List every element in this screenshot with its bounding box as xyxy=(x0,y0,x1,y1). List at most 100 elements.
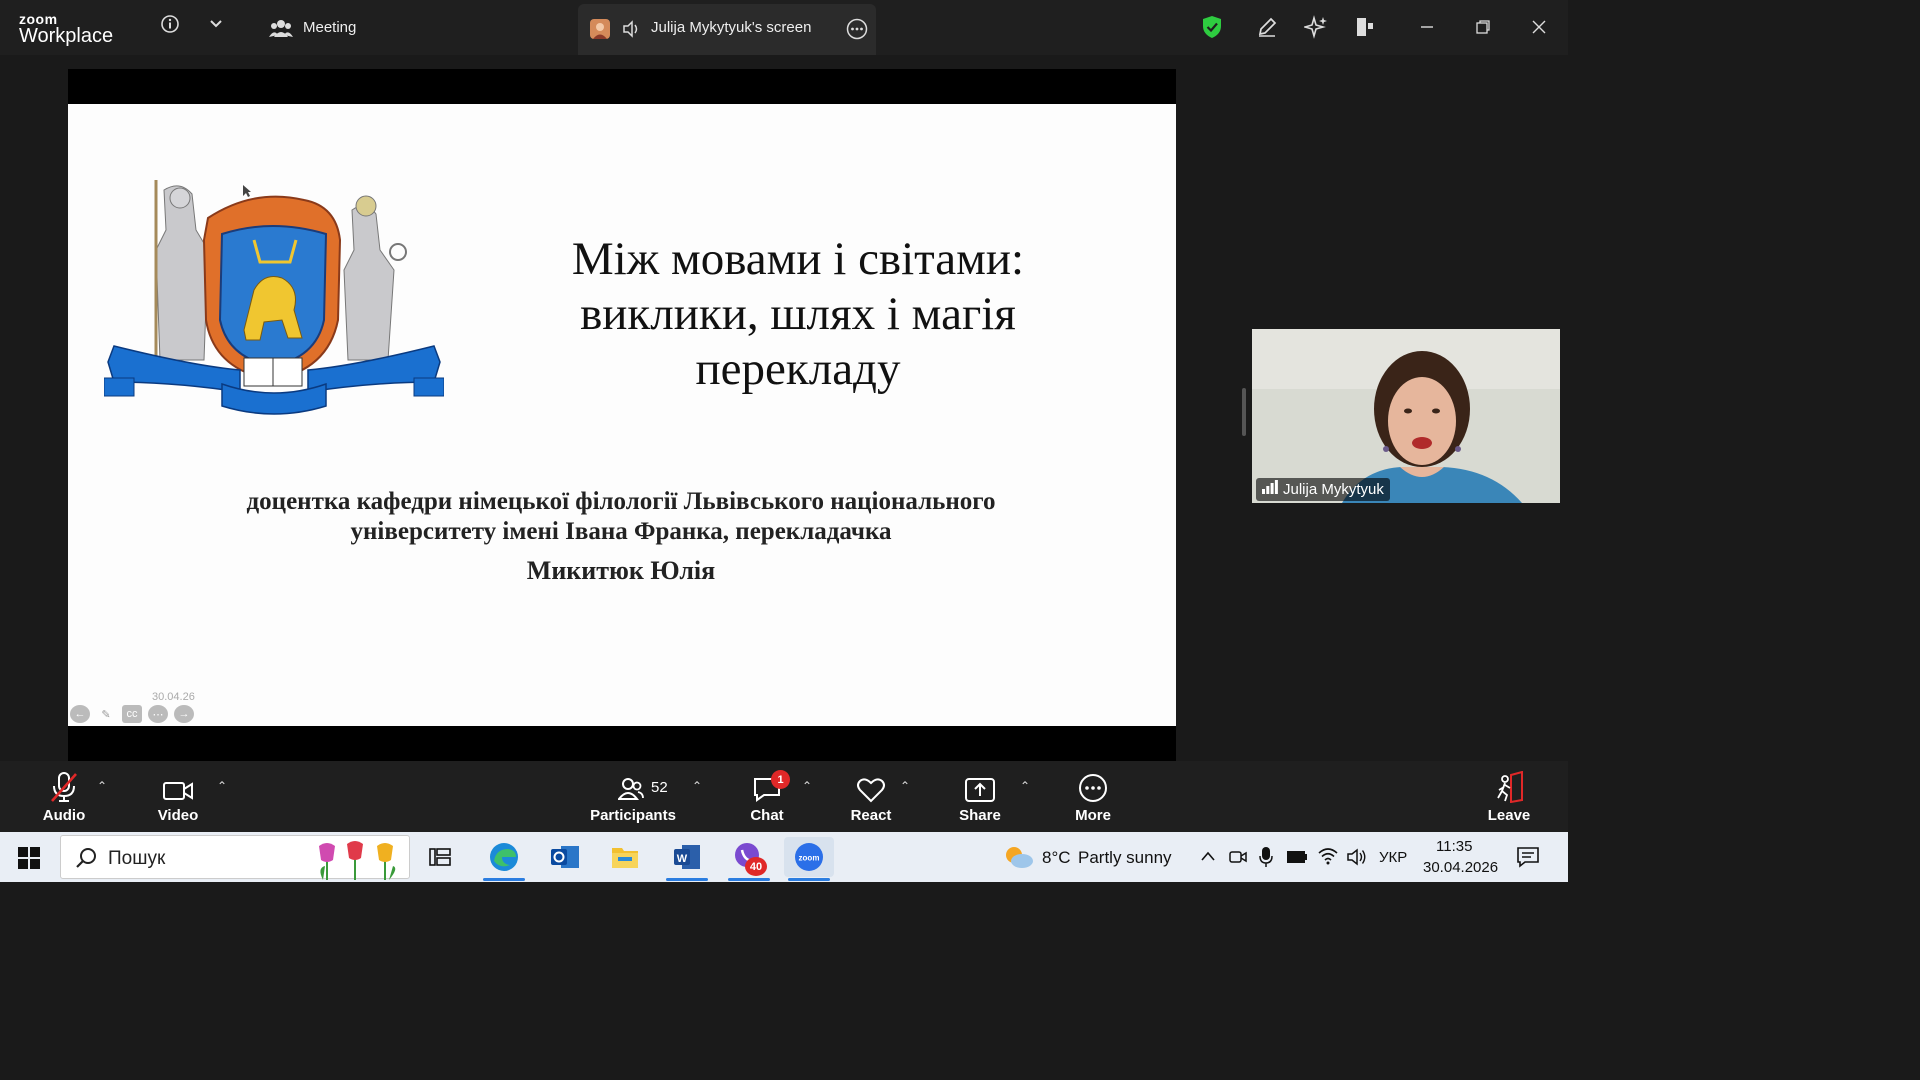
security-shield-icon[interactable] xyxy=(1199,13,1225,41)
speaker-icon[interactable] xyxy=(622,20,640,43)
windows-taskbar: Пошук W 40 zoom 8°C Partly sunny УКР 11:… xyxy=(0,832,1568,882)
audio-label: Audio xyxy=(42,807,86,824)
slide-show-controls: ← ✎ cc ⋯ → xyxy=(70,705,194,723)
minimize-icon[interactable] xyxy=(1412,12,1442,42)
slide-date: 30.04.26 xyxy=(152,691,195,703)
clock-time[interactable]: 11:35 xyxy=(1436,838,1472,855)
zoom-app-icon[interactable]: zoom xyxy=(784,837,834,881)
chat-icon: 1 xyxy=(740,761,794,803)
chat-options-caret-icon[interactable]: ⌃ xyxy=(802,779,812,793)
outlook-icon[interactable] xyxy=(540,837,590,877)
share-screen-icon xyxy=(964,761,996,803)
wifi-icon[interactable] xyxy=(1318,847,1338,870)
next-slide-icon[interactable]: → xyxy=(174,705,194,723)
participant-video-tile[interactable]: Julija Mykytyuk xyxy=(1252,329,1560,503)
slide-title-line-3: перекладу xyxy=(695,343,901,395)
signal-strength-icon xyxy=(1262,480,1278,498)
remote-cursor-icon xyxy=(242,184,252,203)
svg-text:zoom: zoom xyxy=(799,854,820,863)
search-highlight-tulips-icon xyxy=(315,838,407,885)
windows-start-icon[interactable] xyxy=(18,847,40,874)
top-bar: zoom Workplace Meeting Julija Mykytyuk's… xyxy=(0,0,1568,55)
shared-screen-tab[interactable]: Julija Mykytyuk's screen xyxy=(578,4,876,55)
tray-overflow-chevron-icon[interactable] xyxy=(1200,849,1216,867)
slide-menu-icon[interactable]: ⋯ xyxy=(148,705,168,723)
battery-icon[interactable] xyxy=(1286,849,1308,870)
participant-name-label: Julija Mykytyuk xyxy=(1256,478,1390,501)
more-icon xyxy=(1078,761,1108,803)
pen-tool-icon[interactable]: ✎ xyxy=(96,705,116,723)
more-label: More xyxy=(1075,807,1111,824)
volume-icon[interactable] xyxy=(1346,847,1368,872)
restore-icon[interactable] xyxy=(1468,12,1498,42)
ai-companion-icon[interactable] xyxy=(1302,13,1330,41)
share-options-caret-icon[interactable]: ⌃ xyxy=(1020,779,1030,793)
participant-name: Julija Mykytyuk xyxy=(1283,480,1384,498)
task-view-icon[interactable] xyxy=(415,837,465,877)
weather-description[interactable]: Partly sunny xyxy=(1078,848,1172,868)
participants-button[interactable]: 52 Participants xyxy=(590,761,676,832)
video-button[interactable]: Video xyxy=(150,761,206,832)
meet-now-camera-icon[interactable] xyxy=(1228,847,1248,872)
slide-title: Між мовами і світами: виклики, шлях і ма… xyxy=(508,232,1088,397)
slide-title-line-1: Між мовами і світами: xyxy=(571,233,1025,285)
input-language-indicator[interactable]: УКР xyxy=(1379,849,1407,866)
share-button[interactable]: Share xyxy=(955,761,1005,832)
university-emblem-logo xyxy=(103,170,445,415)
participant-video xyxy=(1252,329,1560,503)
audio-options-caret-icon[interactable]: ⌃ xyxy=(97,779,107,793)
viber-icon[interactable]: 40 xyxy=(724,837,774,881)
clock-date[interactable]: 30.04.2026 xyxy=(1423,859,1498,876)
info-icon[interactable] xyxy=(158,12,182,36)
weather-temperature[interactable]: 8°C xyxy=(1042,848,1071,868)
leave-door-icon xyxy=(1493,761,1525,803)
presentation-slide: Між мовами і світами: виклики, шлях і ма… xyxy=(68,104,1176,726)
annotate-pen-icon[interactable] xyxy=(1254,13,1280,41)
chat-button[interactable]: 1 Chat xyxy=(740,761,794,832)
view-layout-icon[interactable] xyxy=(1352,13,1378,41)
slide-subtitle: доцентка кафедри німецької філології Льв… xyxy=(218,487,1024,547)
slide-subtitle-line-1: доцентка кафедри німецької філології Льв… xyxy=(246,488,996,515)
meeting-stage: Між мовами і світами: виклики, шлях і ма… xyxy=(0,55,1568,761)
react-button[interactable]: React xyxy=(846,761,896,832)
shared-screen-view: Між мовами і світами: виклики, шлях і ма… xyxy=(68,69,1176,761)
heart-icon xyxy=(856,761,886,803)
leave-button[interactable]: Leave xyxy=(1484,761,1534,832)
notification-center-icon[interactable] xyxy=(1516,846,1540,873)
audio-button[interactable]: Audio xyxy=(36,761,92,832)
slide-subtitle-line-2: університету імені Івана Франка, перекла… xyxy=(350,518,892,545)
slide-author: Микитюк Юлія xyxy=(526,556,716,585)
search-icon xyxy=(75,847,97,874)
more-button[interactable]: More xyxy=(1068,761,1118,832)
participants-icon-group: 52 xyxy=(590,761,676,803)
meeting-controls-toolbar: Audio ⌃ Video ⌃ 52 Participants ⌃ 1 Chat… xyxy=(0,761,1568,832)
chevron-down-icon[interactable] xyxy=(205,12,227,36)
chat-label: Chat xyxy=(750,807,784,824)
panel-resize-handle[interactable] xyxy=(1242,388,1246,436)
taskbar-search-box[interactable]: Пошук xyxy=(60,835,410,880)
viber-unread-badge: 40 xyxy=(745,857,767,876)
brand-logo-large: Workplace xyxy=(19,25,114,47)
shared-screen-label: Julija Mykytyuk's screen xyxy=(651,19,812,36)
video-camera-icon xyxy=(162,761,194,803)
word-icon[interactable]: W xyxy=(662,837,712,881)
mic-muted-icon xyxy=(49,761,79,803)
video-options-caret-icon[interactable]: ⌃ xyxy=(217,779,227,793)
react-options-caret-icon[interactable]: ⌃ xyxy=(900,779,910,793)
file-explorer-icon[interactable] xyxy=(600,837,650,877)
meeting-participants-icon xyxy=(268,16,294,40)
video-label: Video xyxy=(157,807,199,824)
captions-icon[interactable]: cc xyxy=(122,705,142,723)
weather-partly-sunny-icon[interactable] xyxy=(1002,843,1034,876)
edge-browser-icon[interactable] xyxy=(479,837,529,881)
svg-text:W: W xyxy=(677,853,688,865)
share-label: Share xyxy=(959,807,1001,824)
microphone-in-use-icon[interactable] xyxy=(1259,846,1273,873)
more-options-icon[interactable] xyxy=(846,18,868,45)
slide-title-line-2: виклики, шлях і магія xyxy=(580,288,1016,340)
meeting-tab-label[interactable]: Meeting xyxy=(303,19,356,36)
participants-options-caret-icon[interactable]: ⌃ xyxy=(692,779,702,793)
previous-slide-icon[interactable]: ← xyxy=(70,705,90,723)
close-icon[interactable] xyxy=(1524,12,1554,42)
presenter-avatar xyxy=(590,19,610,39)
